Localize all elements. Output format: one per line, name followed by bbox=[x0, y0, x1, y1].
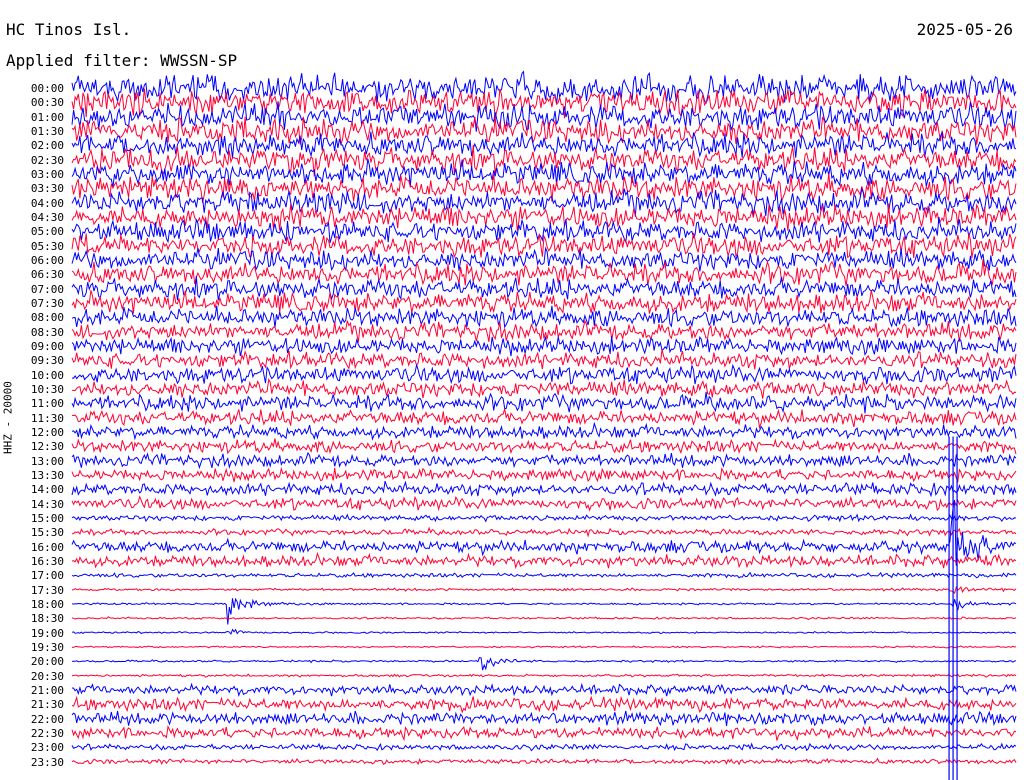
trace-row-1000 bbox=[71, 363, 1017, 385]
trace-row-1730 bbox=[71, 585, 1017, 595]
trace-row-2000 bbox=[71, 657, 1017, 671]
trace-row-1230 bbox=[71, 438, 1017, 455]
trace-row-1330 bbox=[71, 466, 1017, 484]
trace-row-2300 bbox=[71, 742, 1017, 752]
trace-row-0800 bbox=[71, 305, 1017, 329]
trace-row-1500 bbox=[71, 513, 1017, 523]
trace-row-1830 bbox=[71, 616, 1017, 620]
trace-row-2030 bbox=[71, 673, 1017, 678]
trace-row-1900 bbox=[71, 628, 1017, 636]
trace-row-1530 bbox=[71, 526, 1017, 538]
trace-row-2130 bbox=[71, 695, 1017, 714]
trace-row-1200 bbox=[71, 421, 1017, 441]
trace-row-0530 bbox=[71, 232, 1017, 259]
trace-row-2100 bbox=[71, 682, 1017, 698]
trace-row-1930 bbox=[71, 645, 1017, 649]
trace-row-1130 bbox=[71, 408, 1017, 430]
trace-row-1630 bbox=[71, 551, 1017, 570]
trace-row-1700 bbox=[71, 571, 1017, 579]
trace-row-0700 bbox=[71, 275, 1017, 301]
trace-row-1430 bbox=[71, 495, 1017, 512]
trace-row-0600 bbox=[71, 246, 1017, 272]
helicorder-plot bbox=[71, 70, 1017, 780]
trace-row-0830 bbox=[71, 319, 1017, 343]
trace-row-1400 bbox=[71, 480, 1017, 498]
trace-row-2330 bbox=[71, 757, 1017, 766]
seismogram-page: { "station": "HC Tinos Isl.", "date": "2… bbox=[0, 0, 1024, 780]
trace-row-1100 bbox=[71, 391, 1017, 414]
trace-row-2200 bbox=[71, 710, 1017, 727]
trace-row-1800 bbox=[71, 597, 1017, 625]
trace-row-1300 bbox=[71, 451, 1017, 470]
trace-row-1600 bbox=[71, 499, 1017, 566]
trace-row-0900 bbox=[71, 335, 1017, 357]
trace-row-1030 bbox=[71, 377, 1017, 399]
trace-row-0730 bbox=[71, 290, 1017, 314]
trace-row-2230 bbox=[71, 724, 1017, 742]
